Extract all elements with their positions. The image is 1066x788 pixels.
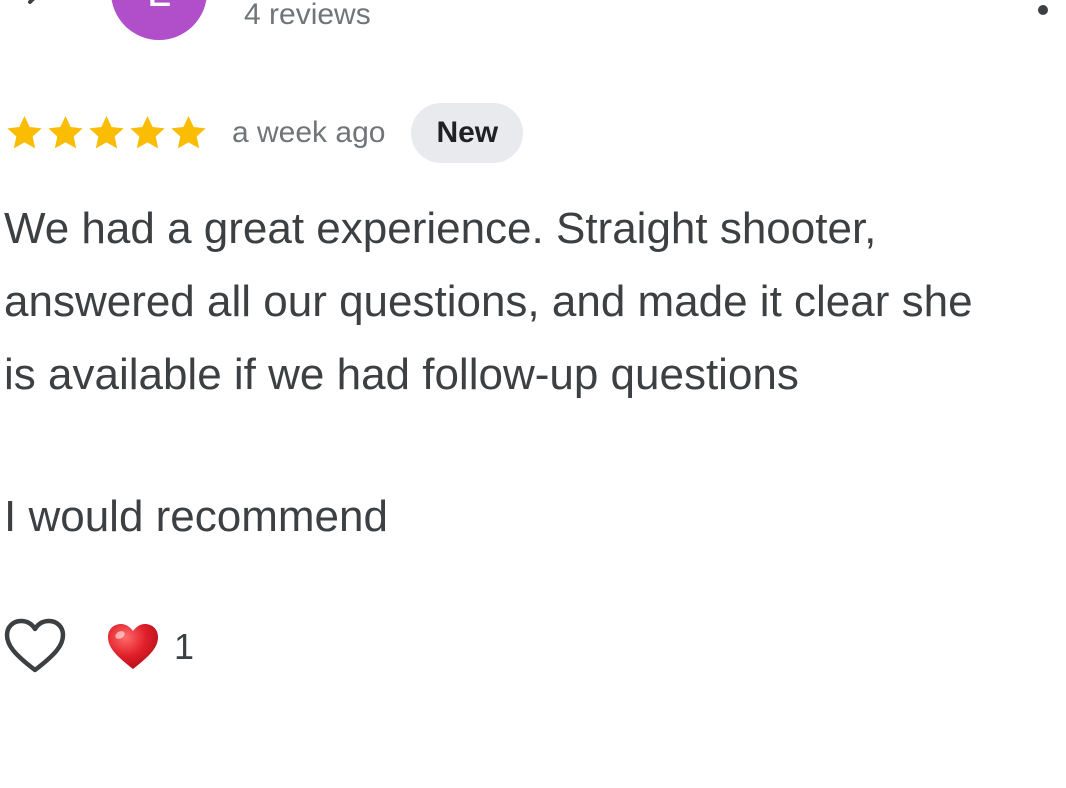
star-icon [130,116,165,149]
heart-outline-icon [4,618,66,673]
review-date: a week ago [232,116,386,149]
red-heart-icon [108,624,158,669]
more-options-button[interactable] [1025,0,1061,30]
review-body-recommendation: I would recommend [4,492,388,541]
heart-reaction-count: 1 [174,626,195,667]
rating-row: a week ago New [4,103,524,163]
new-badge: New [411,103,524,163]
back-button[interactable] [14,0,54,26]
star-icon [171,116,206,149]
star-icon [89,116,124,149]
chevron-left-icon [28,0,35,4]
star-rating [4,113,209,153]
avatar-initial: L [147,0,171,16]
heart-reaction-chip[interactable]: 1 [106,620,194,674]
star-icon [48,116,83,149]
star-icon [7,116,42,149]
react-button[interactable] [4,618,66,674]
reviewer-review-count: 4 reviews [244,0,371,31]
review-body: We had a great experience. Straight shoo… [4,204,973,399]
avatar[interactable]: L [111,0,207,40]
